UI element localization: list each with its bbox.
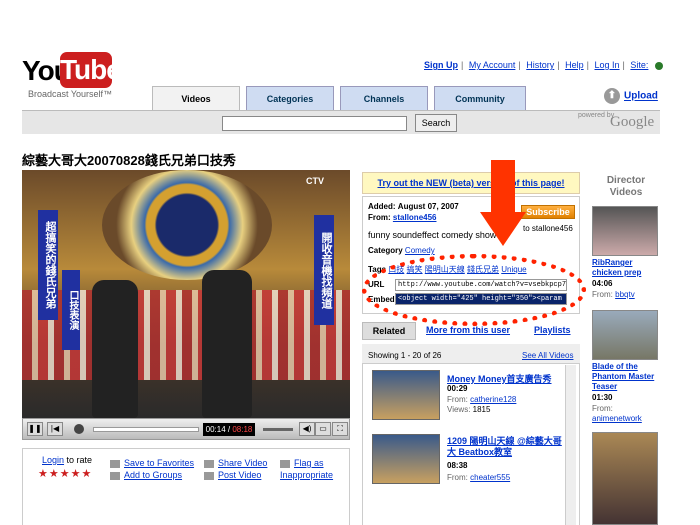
search-button[interactable]: Search	[415, 114, 457, 132]
seek-bar[interactable]	[93, 427, 199, 432]
channel-logo: CTV	[306, 176, 324, 186]
director-from-user[interactable]: animenetwork	[592, 414, 642, 423]
save-to-favorites[interactable]: Save to Favorites	[110, 458, 194, 468]
time-current: 00:14	[205, 425, 226, 434]
login-link[interactable]: Login	[42, 455, 64, 465]
related-views: Views: 1815	[447, 405, 491, 414]
flag-icon	[280, 459, 290, 468]
director-title[interactable]: RibRanger chicken prep	[592, 258, 658, 278]
globe-icon[interactable]	[654, 61, 663, 70]
uploader-link[interactable]: stallone456	[393, 213, 437, 222]
tab-categories[interactable]: Categories	[246, 86, 334, 110]
log-in-link[interactable]: Log In	[595, 60, 620, 70]
upload-link[interactable]: Upload	[624, 91, 658, 102]
category-line: Category Comedy	[368, 246, 435, 255]
time-total: 08:18	[232, 425, 253, 434]
flag-as[interactable]: Flag as	[280, 458, 324, 468]
director-duration: 04:06	[592, 279, 613, 288]
search-input[interactable]	[222, 116, 407, 131]
related-duration: 00:29	[447, 384, 468, 393]
related-duration: 08:38	[447, 461, 468, 470]
share-video[interactable]: Share Video	[204, 458, 267, 468]
director-from: From: bbqtv	[592, 290, 635, 299]
login-to-rate: Login to rate	[42, 455, 93, 465]
video-title: 綜藝大哥大20070828錢氏兄弟口技秀	[22, 153, 236, 168]
director-thumb[interactable]	[592, 206, 658, 256]
tab-channels[interactable]: Channels	[340, 86, 428, 110]
player-controls: ❚❚ |◀ 00:14 / 08:18 ◀) ▭ ⛶	[22, 418, 350, 440]
subscribe-to: to stallone456	[523, 224, 573, 233]
top-links: Sign Up | My Account | History | Help | Log …	[424, 60, 663, 70]
help-link[interactable]: Help	[565, 60, 584, 70]
tab-playlists[interactable]: Playlists	[534, 325, 571, 335]
showing-count: Showing 1 - 20 of 26	[368, 351, 442, 360]
beta-banner[interactable]: Try out the NEW (beta) version of this p…	[362, 172, 580, 194]
sign-right: 開收音機找頻道	[314, 215, 334, 325]
director-thumb[interactable]	[592, 432, 658, 525]
category-link[interactable]: Comedy	[405, 246, 435, 255]
director-from: From:	[592, 404, 613, 413]
post-video[interactable]: Post Video	[204, 470, 261, 480]
director-duration: 01:30	[592, 393, 613, 402]
volume-slider[interactable]	[263, 428, 293, 431]
widescreen-icon[interactable]: ▭	[315, 422, 331, 436]
rating-stars[interactable]: ★★★★★	[38, 467, 92, 480]
performer-left	[92, 280, 138, 418]
my-account-link[interactable]: My Account	[469, 60, 516, 70]
see-all-videos-link[interactable]: See All Videos	[522, 351, 573, 360]
sign-left: 超搞笑的錢氏兄弟	[38, 210, 58, 320]
added-line: Added: August 07, 2007	[368, 202, 459, 211]
director-videos-heading: Director Videos	[606, 175, 646, 198]
google-logo: Google	[610, 114, 655, 130]
related-from: From: cheater555	[447, 473, 511, 482]
volume-icon[interactable]: ◀)	[299, 422, 315, 436]
pause-icon[interactable]: ❚❚	[27, 422, 43, 436]
related-from: From: catherine128	[447, 395, 517, 404]
video-description: funny soundeffect comedy show	[368, 230, 497, 240]
upload-button[interactable]: ⬆ Upload	[604, 88, 658, 104]
related-thumb[interactable]	[372, 370, 440, 420]
logo-tube[interactable]: Tube	[60, 52, 122, 88]
site-link[interactable]: Site:	[630, 60, 648, 70]
groups-icon	[110, 471, 120, 480]
upload-arrow-icon: ⬆	[604, 88, 620, 104]
related-scrollbar[interactable]	[565, 365, 576, 525]
related-title[interactable]: 1209 陽明山天線 @綜藝大哥大 Beatbox教室	[447, 436, 562, 458]
inappropriate[interactable]: Inappropriate	[280, 470, 333, 480]
history-link[interactable]: History	[526, 60, 554, 70]
time-display: 00:14 / 08:18	[203, 423, 255, 436]
related-thumb[interactable]	[372, 434, 440, 484]
tab-related[interactable]: Related	[362, 322, 416, 340]
director-thumb[interactable]	[592, 310, 658, 360]
subscribe-button[interactable]: Subscribe	[521, 205, 575, 219]
add-to-groups[interactable]: Add to Groups	[110, 470, 182, 480]
from-line: From: stallone456	[368, 213, 437, 222]
heart-icon	[110, 459, 120, 468]
video-player[interactable]: 超搞笑的錢氏兄弟 口技表演 開收音機找頻道 CTV	[22, 170, 350, 418]
seek-knob[interactable]	[74, 424, 84, 434]
director-title[interactable]: Blade of the Phantom Master Teaser	[592, 362, 658, 392]
annotation-arrow-head	[480, 212, 526, 246]
post-icon	[204, 471, 214, 480]
annotation-arrow-shaft	[491, 160, 515, 214]
stage-decoration	[102, 170, 272, 280]
tab-videos[interactable]: Videos	[152, 86, 240, 111]
powered-by-label: powered by	[578, 112, 615, 119]
sign-up-link[interactable]: Sign Up	[424, 60, 458, 70]
envelope-icon	[204, 459, 214, 468]
sign-left-2: 口技表演	[62, 270, 80, 350]
annotation-ellipse	[362, 254, 586, 326]
tab-more-from-user[interactable]: More from this user	[426, 325, 510, 335]
performer-right	[202, 270, 252, 418]
fullscreen-icon[interactable]: ⛶	[332, 422, 348, 436]
tagline: Broadcast Yourself™	[28, 89, 113, 99]
tab-community[interactable]: Community	[434, 86, 526, 110]
rewind-icon[interactable]: |◀	[47, 422, 63, 436]
